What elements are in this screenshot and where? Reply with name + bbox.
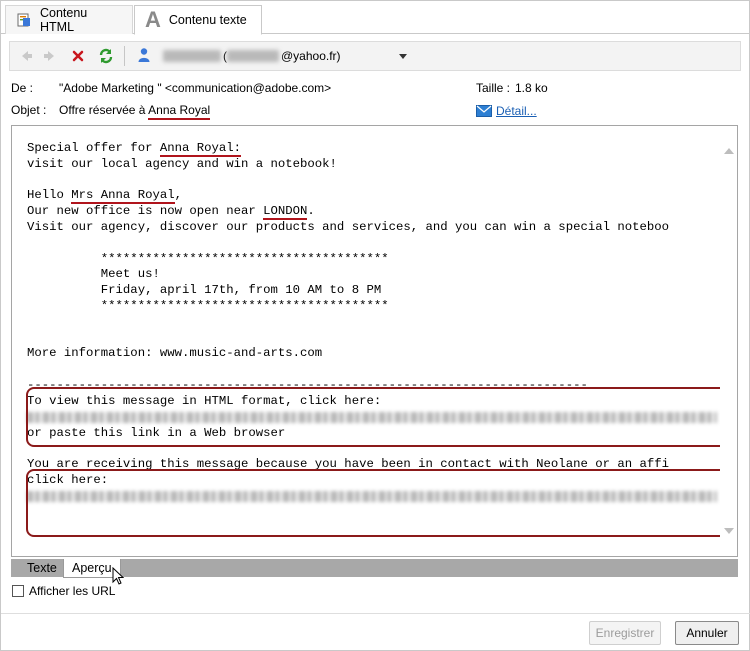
subject-personalized-name: Anna Royal: [148, 103, 211, 120]
body-paste-link-line: or paste this link in a Web browser: [27, 425, 286, 440]
body-hello: Hello: [27, 188, 72, 203]
next-button[interactable]: [38, 44, 62, 68]
body-stars-bottom: ***************************************: [27, 298, 389, 313]
body-visit-line: Visit our agency, discover our products …: [27, 219, 670, 234]
recipient-email-redacted: [227, 50, 279, 62]
show-urls-label: Afficher les URL: [29, 584, 116, 598]
cancel-button[interactable]: Annuler: [675, 621, 739, 645]
body-click-here: click here:: [27, 472, 109, 487]
body-event-date: Friday, april 17th, from 10 AM to 8 PM: [27, 283, 382, 298]
cancel-button-label: Annuler: [686, 626, 728, 640]
toolbar-separator: [124, 46, 125, 66]
body-personalized-salutation: Mrs Anna Royal: [71, 188, 175, 205]
footer-divider: [1, 613, 750, 614]
body-meet-us: Meet us!: [27, 267, 160, 282]
body-line-visit-agency: visit our local agency and win a noteboo…: [27, 156, 337, 171]
tab-texte[interactable]: Texte: [19, 559, 65, 577]
subject-label: Objet :: [11, 103, 47, 117]
refresh-button[interactable]: [94, 44, 118, 68]
from-label: De :: [11, 81, 34, 95]
refresh-icon: [99, 48, 113, 64]
unsubscribe-url-redacted: [27, 490, 717, 502]
body-unsubscribe-line: You are receiving this message because y…: [27, 457, 670, 472]
text-content-icon: A: [145, 7, 161, 32]
tab-text-content[interactable]: A Contenu texte: [134, 5, 262, 35]
message-body-text: Special offer for Anna Royal: visit our …: [27, 141, 717, 505]
delete-button[interactable]: [66, 44, 90, 68]
scroll-up-icon[interactable]: [724, 148, 734, 154]
body-more-info: More information: www.music-and-arts.com: [27, 346, 323, 361]
tab-html-content[interactable]: Contenu HTML: [5, 5, 133, 34]
detail-link[interactable]: Détail...: [496, 104, 537, 118]
size-label: Taille :: [476, 81, 511, 95]
arrow-left-icon: [22, 51, 32, 61]
arrow-right-icon: [44, 51, 54, 61]
save-button-label: Enregistrer: [595, 626, 655, 640]
body-office-period: .: [307, 204, 315, 219]
vertical-scrollbar[interactable]: [720, 126, 737, 556]
body-office-line: Our new office is now open near: [27, 204, 264, 219]
from-value: "Adobe Marketing " <communication@adobe.…: [59, 81, 332, 95]
detail-link-row[interactable]: Détail...: [476, 104, 537, 118]
subject-prefix: Offre réservée à: [59, 103, 149, 117]
size-value: 1.8 ko: [515, 81, 548, 95]
tab-text-label: Contenu texte: [168, 13, 247, 27]
message-body-panel: Special offer for Anna Royal: visit our …: [11, 125, 738, 557]
preview-toolbar: ( @yahoo.fr): [9, 41, 741, 71]
previous-button[interactable]: [14, 44, 38, 68]
user-icon: [137, 47, 151, 66]
body-view-html-line: To view this message in HTML format, cli…: [27, 393, 382, 408]
show-urls-row[interactable]: Afficher les URL: [12, 584, 115, 598]
body-line-special-offer: Special offer for: [27, 141, 160, 155]
html-content-icon: [16, 12, 32, 28]
envelope-icon: [476, 105, 492, 117]
email-preview-window: Contenu HTML A Contenu texte (@yahoo.fr…: [0, 0, 750, 651]
body-stars-top: ***************************************: [27, 251, 389, 266]
body-hello-comma: ,: [174, 188, 182, 203]
mirror-page-url-redacted: [27, 411, 717, 423]
recipient-email-domain: @yahoo.fr): [281, 49, 341, 63]
recipient-name-redacted: [163, 50, 221, 62]
body-personalized-name: Anna Royal:: [159, 141, 242, 157]
close-icon: [72, 50, 84, 62]
scroll-down-icon[interactable]: [724, 528, 734, 534]
save-button[interactable]: Enregistrer: [589, 621, 661, 645]
subject-value: Offre réservée à Anna Royal: [59, 103, 211, 120]
tab-html-label: Contenu HTML: [40, 6, 88, 34]
body-personalized-city: LONDON: [263, 204, 308, 221]
body-dash-separator: ----------------------------------------…: [27, 377, 588, 392]
content-tabs: Contenu HTML A Contenu texte: [1, 1, 749, 35]
show-urls-checkbox[interactable]: [12, 585, 24, 597]
recipient-selector[interactable]: ( @yahoo.fr): [131, 45, 407, 67]
chevron-down-icon: [398, 53, 407, 59]
